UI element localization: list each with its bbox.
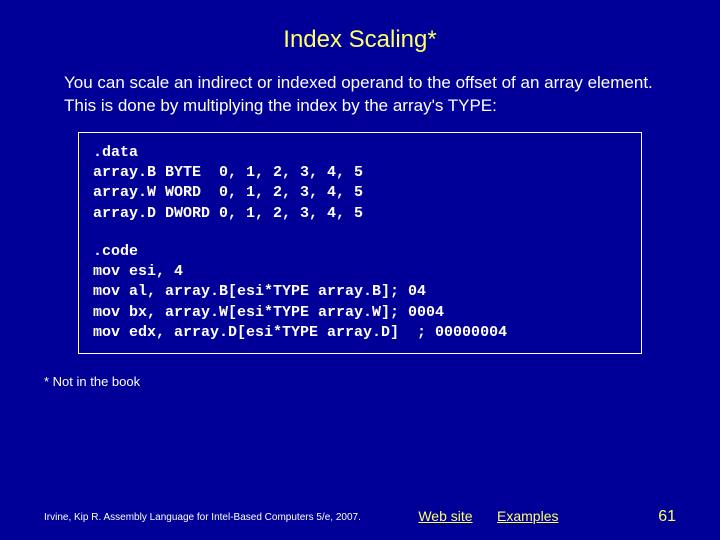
attribution-text: Irvine, Kip R. Assembly Language for Int… xyxy=(44,512,361,523)
slide: Index Scaling* You can scale an indirect… xyxy=(0,0,720,540)
code-box: .data array.B BYTE 0, 1, 2, 3, 4, 5 arra… xyxy=(78,132,642,354)
code-gap xyxy=(93,224,627,242)
body-paragraph: You can scale an indirect or indexed ope… xyxy=(0,72,720,132)
footnote: * Not in the book xyxy=(0,354,720,395)
website-link[interactable]: Web site xyxy=(418,508,472,524)
page-number: 61 xyxy=(616,508,676,526)
code-code-section: .code mov esi, 4 mov al, array.B[esi*TYP… xyxy=(93,242,627,343)
footer: Irvine, Kip R. Assembly Language for Int… xyxy=(0,508,720,526)
examples-link[interactable]: Examples xyxy=(497,508,558,524)
slide-title: Index Scaling* xyxy=(0,0,720,72)
code-data-section: .data array.B BYTE 0, 1, 2, 3, 4, 5 arra… xyxy=(93,143,627,224)
footer-links: Web site Examples xyxy=(361,508,616,526)
